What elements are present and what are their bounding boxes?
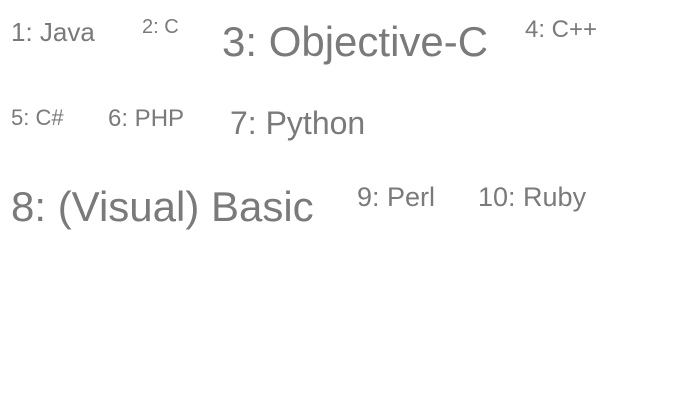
- tag-c[interactable]: 2: C: [142, 17, 179, 37]
- tag-visual-basic[interactable]: 8: (Visual) Basic: [11, 186, 314, 228]
- tag-python[interactable]: 7: Python: [230, 107, 365, 139]
- tag-objective-c[interactable]: 3: Objective-C: [222, 21, 488, 63]
- language-tag-cloud: 1: Java 2: C 3: Objective-C 4: C++ 5: C#…: [0, 0, 688, 400]
- tag-cpp[interactable]: 4: C++: [525, 18, 597, 42]
- tag-perl[interactable]: 9: Perl: [357, 184, 435, 211]
- tag-csharp[interactable]: 5: C#: [11, 107, 64, 129]
- tag-ruby[interactable]: 10: Ruby: [478, 184, 586, 211]
- tag-php[interactable]: 6: PHP: [108, 107, 184, 131]
- tag-java[interactable]: 1: Java: [11, 19, 95, 45]
